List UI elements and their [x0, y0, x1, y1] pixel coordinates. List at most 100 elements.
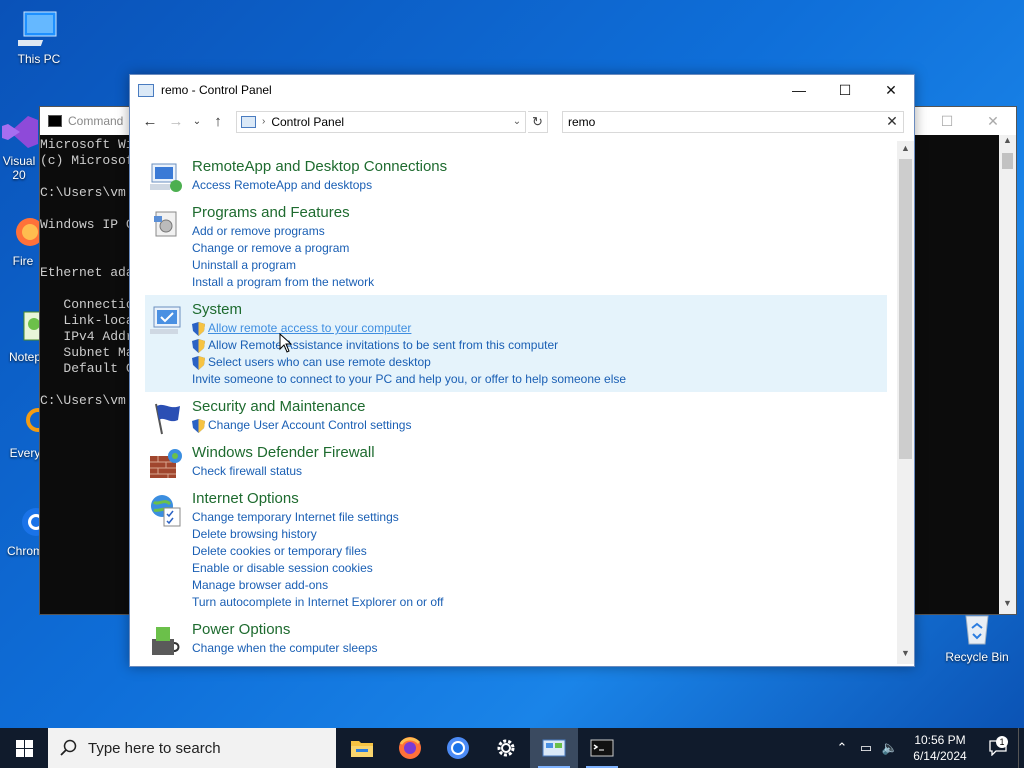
uac-shield-icon [192, 418, 205, 433]
refresh-icon[interactable]: ↻ [528, 110, 548, 133]
forward-arrow-icon[interactable]: → [164, 110, 188, 134]
task-link[interactable]: Delete browsing history [192, 526, 887, 543]
scroll-up-icon[interactable]: ▲ [897, 143, 914, 159]
task-link[interactable]: Delete cookies or temporary files [192, 543, 887, 560]
task-link[interactable]: Select users who can use remote desktop [192, 354, 887, 371]
taskbar-file-explorer[interactable] [338, 728, 386, 768]
task-link[interactable]: Allow Remote Assistance invitations to b… [192, 337, 887, 354]
action-center-button[interactable]: 1 [978, 736, 1018, 756]
internet-options-icon [151, 495, 181, 527]
start-button[interactable] [0, 728, 48, 768]
maximize-button[interactable]: ☐ [822, 75, 868, 105]
control-panel-icon [138, 83, 154, 97]
scroll-up-icon[interactable]: ▲ [999, 135, 1016, 151]
desktop-icon-label: Chrom [6, 544, 43, 558]
group-title[interactable]: System [192, 301, 887, 318]
task-link[interactable]: Change User Account Control settings [192, 417, 887, 434]
network-icon[interactable]: ▭ [854, 740, 878, 756]
group-title[interactable]: Power Options [192, 621, 887, 638]
taskbar-firefox[interactable] [386, 728, 434, 768]
task-label: Install a program from the network [192, 275, 375, 289]
volume-muted-icon[interactable]: 🔈 [878, 740, 902, 756]
task-link[interactable]: Turn autocomplete in Internet Explorer o… [192, 594, 887, 611]
scroll-thumb[interactable] [1002, 153, 1013, 169]
settings-icon [497, 739, 515, 757]
group-title[interactable]: Programs and Features [192, 204, 887, 221]
back-arrow-icon[interactable]: ← [138, 110, 162, 134]
clock[interactable]: 10:56 PM 6/14/2024 [902, 732, 978, 764]
taskbar-command-prompt[interactable] [578, 728, 626, 768]
clear-search-icon[interactable]: ✕ [881, 113, 903, 130]
group-title[interactable]: RemoteApp and Desktop Connections [192, 158, 887, 175]
search-results: RemoteApp and Desktop Connections Access… [130, 138, 897, 666]
taskbar-search-box[interactable]: Type here to search [48, 728, 336, 768]
taskbar-settings[interactable] [482, 728, 530, 768]
task-link[interactable]: Uninstall a program [192, 257, 887, 274]
chevron-down-icon[interactable]: ⌄ [509, 116, 525, 127]
task-link[interactable]: Install a program from the network [192, 274, 887, 291]
task-label: Check firewall status [192, 464, 303, 478]
recent-locations-chevron-icon[interactable]: ⌄ [190, 110, 204, 134]
task-label: Select users who can use remote desktop [208, 355, 431, 369]
task-link[interactable]: Enable or disable session cookies [192, 560, 887, 577]
taskbar: Type here to search ⌃ ▭ 🔈 10:56 PM 6/14/… [0, 728, 1024, 768]
task-link[interactable]: Access RemoteApp and desktops [192, 177, 887, 194]
taskbar-chrome[interactable] [434, 728, 482, 768]
cp-title-bar[interactable]: remo - Control Panel — ☐ ✕ [130, 75, 914, 105]
cmd-close-button[interactable]: ✕ [970, 113, 1016, 130]
task-link[interactable]: Change when the computer sleeps [192, 640, 887, 657]
result-group-programs: Programs and Features Add or remove prog… [145, 198, 887, 295]
breadcrumb[interactable]: Control Panel [271, 115, 503, 129]
chevron-up-icon[interactable]: ⌃ [830, 740, 854, 756]
uac-shield-icon [192, 355, 205, 370]
group-title[interactable]: Security and Maintenance [192, 398, 887, 415]
system-icon [150, 306, 181, 334]
group-title[interactable]: Internet Options [192, 490, 887, 507]
cmd-maximize-button[interactable]: ☐ [924, 113, 970, 130]
task-label: Enable or disable session cookies [192, 561, 373, 575]
control-panel-icon [241, 115, 256, 128]
result-group-firewall: Windows Defender Firewall Check firewall… [145, 438, 887, 484]
task-link[interactable]: Check firewall status [192, 463, 887, 480]
mouse-cursor-icon [279, 333, 293, 353]
desktop-icon-recycle-bin[interactable]: Recycle Bin [940, 612, 1014, 664]
task-label: Invite someone to connect to your PC and… [192, 372, 627, 386]
desktop-icon-this-pc[interactable]: This PC [2, 10, 76, 66]
control-panel-icon [542, 739, 566, 757]
task-link[interactable]: Invite someone to connect to your PC and… [192, 371, 887, 388]
task-link[interactable]: Change or remove a program [192, 240, 887, 257]
clock-date: 6/14/2024 [913, 749, 967, 763]
task-label: Delete browsing history [192, 527, 317, 541]
result-group-power-options: Power Options Change when the computer s… [145, 615, 887, 661]
scroll-down-icon[interactable]: ▼ [897, 648, 914, 664]
task-label: Change or remove a program [192, 241, 350, 255]
cmd-scrollbar[interactable]: ▲ ▼ [999, 135, 1016, 614]
breadcrumb-chevron-icon[interactable]: › [262, 116, 265, 127]
close-button[interactable]: ✕ [868, 75, 914, 105]
result-group-internet-options: Internet Options Change temporary Intern… [145, 484, 887, 615]
command-prompt-icon [48, 115, 62, 127]
task-label: Turn autocomplete in Internet Explorer o… [192, 595, 444, 609]
address-bar[interactable]: › Control Panel ⌄ [236, 110, 526, 133]
task-link[interactable]: Change temporary Internet file settings [192, 509, 887, 526]
search-box[interactable]: ✕ [562, 110, 904, 133]
minimize-button[interactable]: — [776, 75, 822, 105]
up-arrow-icon[interactable]: ↑ [206, 110, 230, 134]
visual-studio-icon [2, 116, 38, 148]
task-label: Change when the computer sleeps [192, 641, 378, 655]
control-panel-window[interactable]: remo - Control Panel — ☐ ✕ ← → ⌄ ↑ › Con… [129, 74, 915, 667]
result-group-system: System Allow remote access to your compu… [145, 295, 887, 392]
results-scrollbar[interactable]: ▲ ▼ [897, 141, 914, 664]
scroll-thumb[interactable] [899, 159, 912, 459]
uac-shield-icon [192, 321, 205, 336]
taskbar-search-placeholder: Type here to search [88, 739, 221, 757]
cmd-title: Command [68, 114, 124, 128]
task-link[interactable]: Add or remove programs [192, 223, 887, 240]
taskbar-control-panel[interactable] [530, 728, 578, 768]
show-desktop-button[interactable] [1018, 728, 1024, 768]
group-title[interactable]: Windows Defender Firewall [192, 444, 887, 461]
task-link[interactable]: Manage browser add-ons [192, 577, 887, 594]
task-link[interactable]: Allow remote access to your computer [192, 320, 887, 337]
search-input[interactable] [568, 114, 881, 129]
firefox-icon [399, 737, 421, 759]
